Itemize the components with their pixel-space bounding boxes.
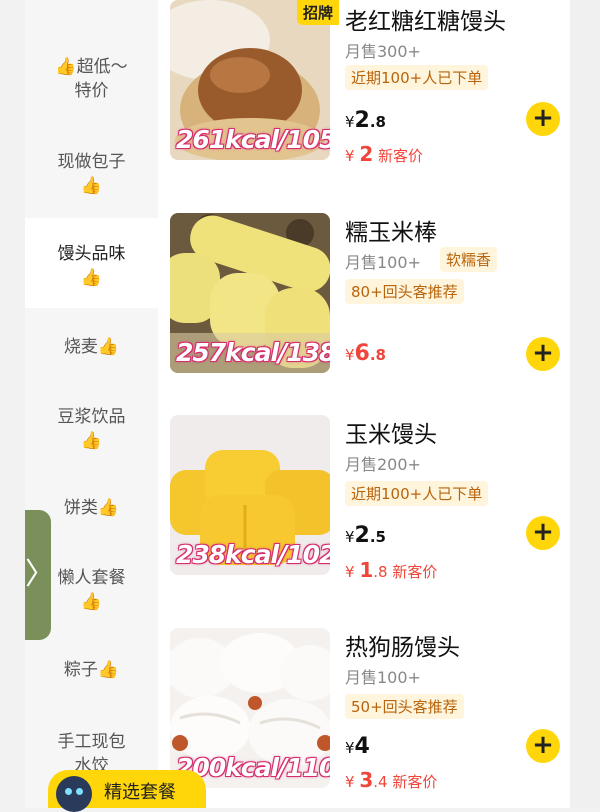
add-to-cart-button[interactable]: + <box>526 337 560 371</box>
monthly-sales: 月售100+ <box>345 668 421 687</box>
sidebar-item-soymilk[interactable]: 豆浆饮品 👍 <box>25 405 158 465</box>
monthly-sales: 月售300+ <box>345 42 421 61</box>
page-edge <box>570 0 600 808</box>
product-list: 261kcal/105g 招牌 老红糖红糖馒头 月售300+ 近期100+人已下… <box>158 0 570 808</box>
product-card[interactable]: 257kcal/138g 糯玉米棒 月售100+ 软糯香 80+回头客推荐 ¥6… <box>170 213 570 383</box>
add-to-cart-button[interactable]: + <box>526 102 560 136</box>
new-customer-price: ¥ 1.8 新客价 <box>345 558 438 582</box>
featured-combo-label: 精选套餐 <box>104 782 176 803</box>
price: ¥2.5 <box>345 523 386 548</box>
new-customer-price: ¥ 3.4 新客价 <box>345 768 438 792</box>
add-to-cart-button[interactable]: + <box>526 516 560 550</box>
add-to-cart-button[interactable]: + <box>526 729 560 763</box>
product-image[interactable]: 257kcal/138g <box>170 213 330 373</box>
chevron-right-icon: 〉 <box>25 557 55 592</box>
monthly-sales: 月售100+ <box>345 253 421 272</box>
sidebar-item-special-price[interactable]: 👍超低～ 特价 <box>25 55 158 115</box>
product-title: 玉米馒头 <box>345 422 437 448</box>
featured-combo-button[interactable]: 精选套餐 <box>48 770 206 812</box>
product-title: 糯玉米棒 <box>345 220 437 246</box>
signature-badge: 招牌 <box>297 0 340 25</box>
calorie-label: 257kcal/138g <box>176 338 330 367</box>
promo-tag: 近期100+人已下单 <box>345 65 489 90</box>
product-image[interactable]: 200kcal/110g <box>170 628 330 788</box>
category-sidebar: 👍超低～ 特价 现做包子 👍 馒头品味 👍 烧麦👍 豆浆饮品 👍 饼类👍 懒人套… <box>25 0 158 808</box>
monthly-sales: 月售200+ <box>345 455 421 474</box>
sidebar-item-zongzi[interactable]: 粽子👍 <box>25 658 158 688</box>
sidebar-item-fresh-buns[interactable]: 现做包子 👍 <box>25 150 158 210</box>
calorie-label: 238kcal/102g <box>176 540 330 569</box>
expand-handle[interactable]: 〉 <box>25 510 55 640</box>
product-card[interactable]: 238kcal/102g 玉米馒头 月售200+ 近期100+人已下单 ¥2.5… <box>170 415 570 585</box>
product-card[interactable]: 261kcal/105g 招牌 老红糖红糖馒头 月售300+ 近期100+人已下… <box>170 0 570 170</box>
product-card[interactable]: 200kcal/110g 热狗肠馒头 月售100+ 50+回头客推荐 ¥4 ¥ … <box>170 628 570 798</box>
sidebar-item-mantou[interactable]: 馒头品味 👍 <box>25 218 158 308</box>
product-title: 老红糖红糖馒头 <box>345 9 506 35</box>
calorie-label: 261kcal/105g <box>176 125 330 154</box>
price: ¥2.8 <box>345 108 386 133</box>
price: ¥6.8 <box>345 341 386 366</box>
product-image[interactable]: 238kcal/102g <box>170 415 330 575</box>
new-customer-price: ¥ 2 新客价 <box>345 142 424 166</box>
price: ¥4 <box>345 734 370 759</box>
product-title: 热狗肠馒头 <box>345 635 460 661</box>
promo-tag: 80+回头客推荐 <box>345 279 464 304</box>
promo-tag: 近期100+人已下单 <box>345 481 489 506</box>
sidebar-item-shaomai[interactable]: 烧麦👍 <box>25 335 158 365</box>
robot-mascot-icon <box>56 776 92 812</box>
feature-tag: 软糯香 <box>440 247 498 272</box>
promo-tag: 50+回头客推荐 <box>345 694 464 719</box>
